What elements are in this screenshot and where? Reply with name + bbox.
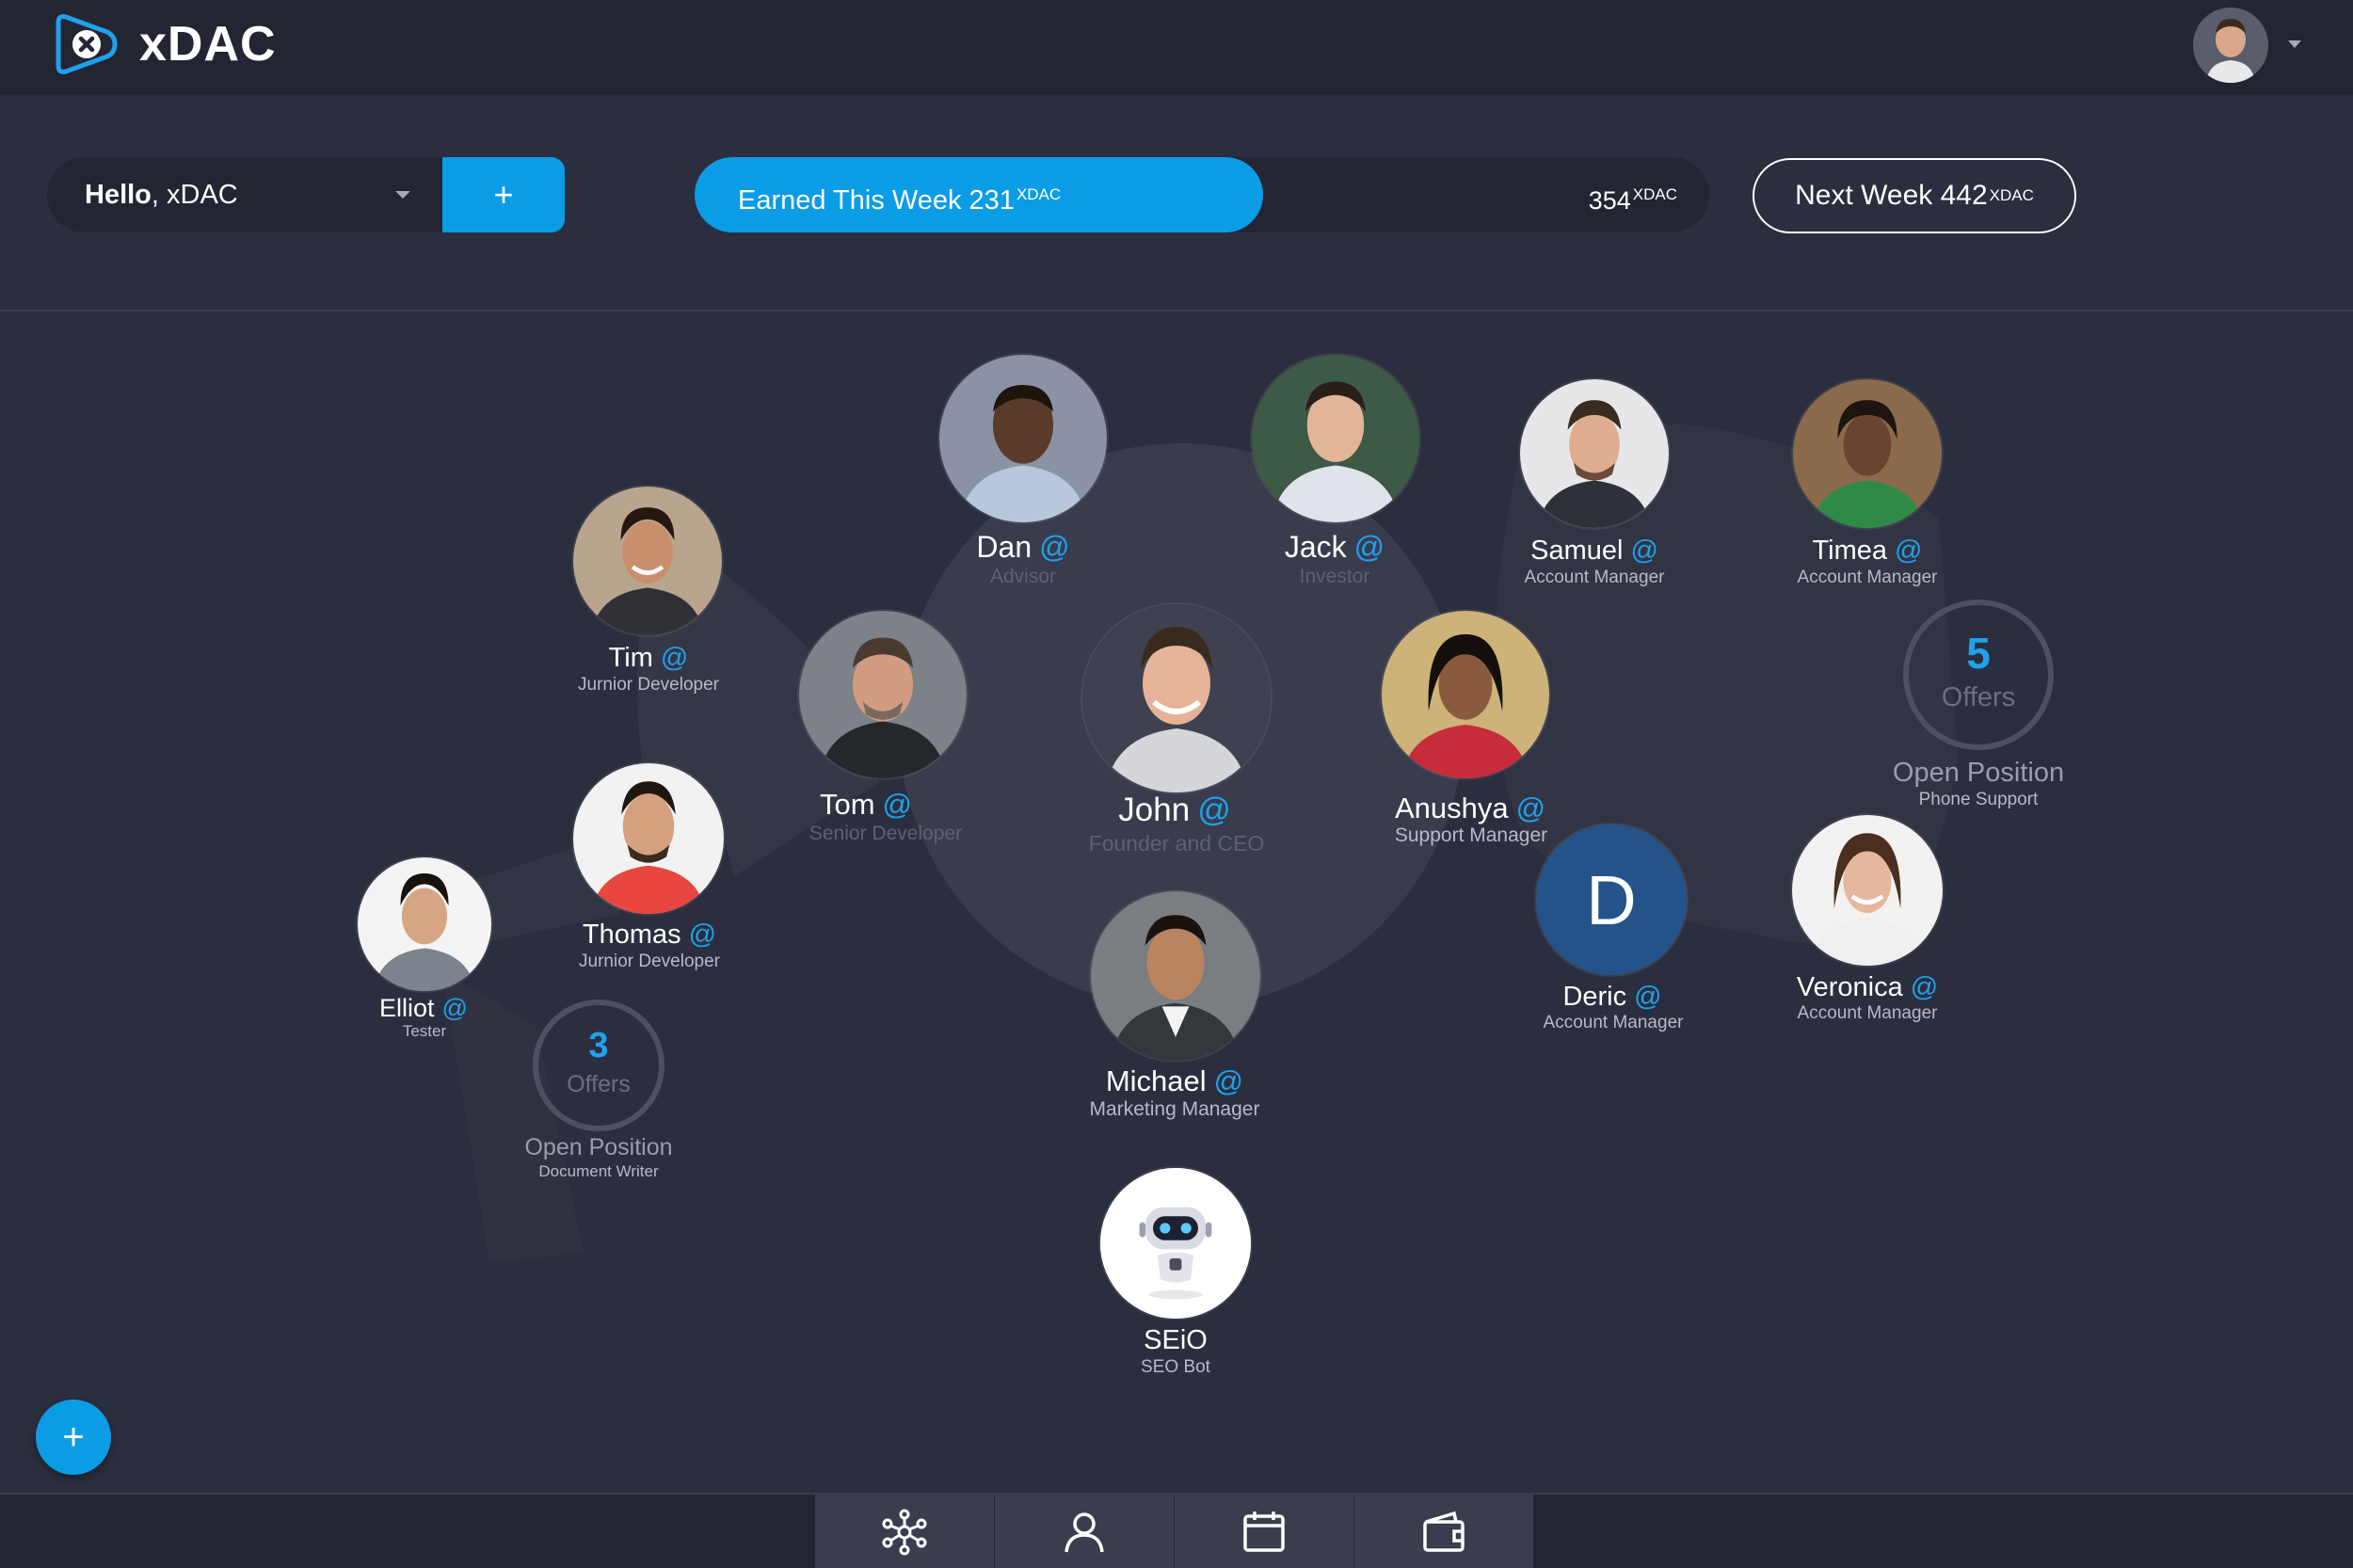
app-root: xDAC Hello, xDAC + Earned This Week 231 X… (0, 0, 2353, 1568)
wallet-icon (1423, 1511, 1465, 1552)
avatar-anushya[interactable] (1382, 611, 1549, 778)
team-network: Dan @ Advisor Jack @ Investor Samuel @ Acco… (0, 312, 2353, 1493)
node-name-john[interactable]: John @ (1118, 792, 1230, 829)
node-name-dan[interactable]: Dan @ (976, 530, 1069, 565)
node-name-michael[interactable]: Michael @ (1106, 1064, 1243, 1098)
node-name-tim[interactable]: Tim @ (609, 643, 689, 674)
workspace-label: Hello, xDAC (85, 180, 238, 210)
node-name-anushya[interactable]: Anushya @ (1395, 792, 1545, 825)
node-name-samuel[interactable]: Samuel @ (1530, 536, 1658, 567)
avatar-tim[interactable] (573, 487, 722, 635)
open-position-title[interactable]: Open Position (1893, 758, 2064, 789)
node-role-john: Founder and CEO (1088, 831, 1265, 856)
user-avatar-icon (2193, 8, 2268, 83)
earnings-progress: Earned This Week 231 XDAC 354 XDAC (695, 157, 1709, 232)
node-role-jack: Investor (1299, 566, 1370, 587)
open-position-subtitle: Phone Support (1918, 790, 2039, 809)
avatar-tom[interactable] (799, 611, 967, 778)
open-position-offers[interactable]: 5 Offers (1903, 600, 2054, 750)
robot-icon (1100, 1168, 1251, 1319)
node-role-veronica: Account Manager (1797, 1003, 1938, 1023)
avatar-timea[interactable] (1793, 379, 1942, 528)
chevron-down-icon (395, 191, 410, 199)
next-week-button[interactable]: Next Week 442 XDAC (1753, 158, 2076, 233)
node-name-thomas[interactable]: Thomas @ (583, 920, 716, 951)
tab-wallet[interactable] (1354, 1495, 1533, 1568)
node-name-seio[interactable]: SEiO (1144, 1325, 1208, 1356)
offer-count: 5 (1966, 629, 1991, 678)
add-workspace-button[interactable]: + (442, 157, 565, 232)
person-photo-icon (1792, 815, 1943, 966)
open-position-subtitle: Document Writer (538, 1162, 659, 1180)
person-photo-icon (1382, 611, 1549, 778)
avatar-thomas[interactable] (573, 763, 724, 914)
profile-icon (1064, 1512, 1104, 1553)
person-photo-icon (1091, 891, 1260, 1061)
node-name-deric[interactable]: Deric @ (1562, 982, 1661, 1013)
avatar-initial: D (1586, 860, 1637, 939)
node-role-tom: Senior Developer (808, 823, 963, 844)
node-role-seio: SEO Bot (1141, 1357, 1210, 1377)
brand-name: xDAC (139, 17, 277, 72)
node-name-timea[interactable]: Timea @ (1813, 536, 1923, 567)
xdac-logo-icon (56, 14, 118, 74)
network-icon (882, 1509, 927, 1556)
avatar-michael[interactable] (1091, 891, 1260, 1061)
person-photo-icon (1252, 355, 1419, 522)
workspace-select[interactable]: Hello, xDAC (47, 157, 442, 232)
offer-count: 3 (588, 1026, 609, 1065)
person-photo-icon (799, 611, 967, 778)
node-role-tim: Jurnior Developer (578, 675, 719, 695)
node-role-michael: Marketing Manager (1089, 1098, 1260, 1120)
avatar-seio[interactable] (1100, 1168, 1251, 1319)
avatar-elliot[interactable] (358, 857, 491, 991)
bottom-nav (0, 1493, 2353, 1568)
person-photo-icon (358, 857, 491, 991)
person-photo-icon (1082, 604, 1271, 792)
top-bar: xDAC (0, 0, 2353, 95)
node-role-dan: Advisor (989, 566, 1057, 587)
person-photo-icon (1520, 379, 1669, 528)
avatar-dan[interactable] (939, 355, 1107, 522)
open-position-title[interactable]: Open Position (524, 1134, 672, 1161)
node-role-timea: Account Manager (1797, 568, 1938, 587)
brand-logo[interactable]: xDAC (53, 11, 277, 77)
avatar-john[interactable] (1082, 604, 1271, 792)
node-name-veronica[interactable]: Veronica @ (1797, 972, 1938, 1003)
node-name-jack[interactable]: Jack @ (1285, 530, 1385, 565)
person-photo-icon (1793, 379, 1942, 528)
tab-profile[interactable] (995, 1495, 1174, 1568)
tab-network[interactable] (815, 1495, 994, 1568)
person-photo-icon (939, 355, 1107, 522)
avatar-samuel[interactable] (1520, 379, 1669, 528)
calendar-icon (1243, 1512, 1285, 1552)
avatar-veronica[interactable] (1792, 815, 1943, 966)
open-position-offers[interactable]: 3 Offers (533, 1000, 664, 1131)
user-avatar[interactable] (2193, 8, 2268, 83)
node-role-samuel: Account Manager (1524, 568, 1665, 587)
node-role-elliot: Tester (402, 1022, 447, 1040)
avatar-deric[interactable]: D (1536, 824, 1687, 975)
node-role-thomas: Jurnior Developer (579, 952, 720, 971)
person-photo-icon (573, 763, 724, 914)
node-name-elliot[interactable]: Elliot @ (379, 994, 468, 1023)
node-role-anushya: Support Manager (1394, 824, 1548, 846)
person-photo-icon (573, 487, 722, 635)
offer-label: Offers (1941, 682, 2016, 712)
node-name-tom[interactable]: Tom @ (820, 788, 912, 822)
avatar-jack[interactable] (1252, 355, 1419, 522)
earned-this-week: Earned This Week 231 XDAC (738, 185, 1062, 216)
weekly-target: 354 XDAC (1588, 185, 1677, 215)
chevron-down-icon[interactable] (2285, 38, 2304, 51)
tab-calendar[interactable] (1175, 1495, 1353, 1568)
add-member-button[interactable]: + (36, 1400, 111, 1475)
offer-label: Offers (567, 1071, 631, 1097)
node-role-deric: Account Manager (1543, 1013, 1684, 1032)
